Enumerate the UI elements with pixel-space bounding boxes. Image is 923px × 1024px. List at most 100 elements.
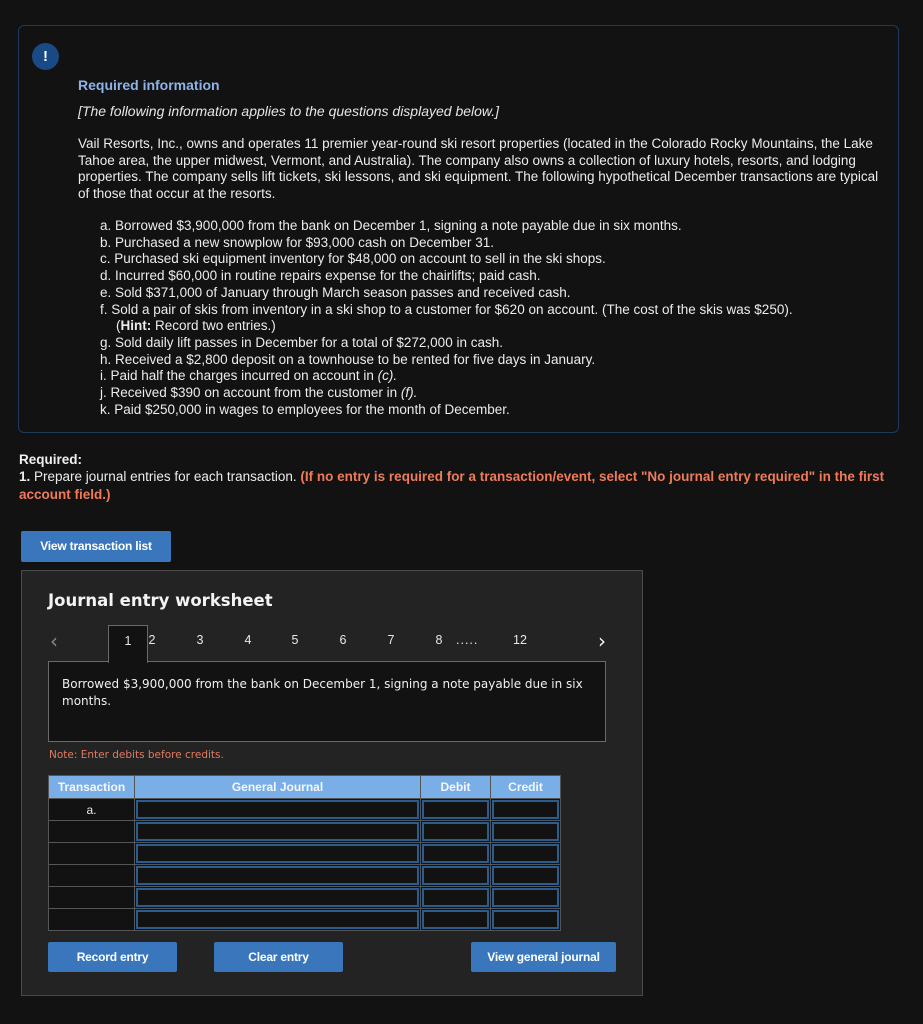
column-header-credit: Credit (490, 775, 561, 799)
transaction-reference: (c). (377, 368, 398, 384)
account-select[interactable] (136, 844, 419, 863)
tab-1[interactable]: 1 (108, 625, 148, 663)
credit-input[interactable] (492, 800, 559, 819)
credit-input[interactable] (492, 822, 559, 841)
account-cell (134, 908, 421, 931)
debit-input[interactable] (422, 888, 489, 907)
journal-entry-worksheet: Journal entry worksheet ‹ 1 2 3 4 5 6 7 … (21, 570, 643, 996)
tab-5[interactable]: 5 (275, 625, 315, 662)
transaction-item: a. Borrowed $3,900,000 from the bank on … (100, 218, 682, 233)
credit-input[interactable] (492, 910, 559, 929)
transaction-item: b. Purchased a new snowplow for $93,000 … (100, 234, 494, 250)
view-transaction-list-button[interactable]: View transaction list (21, 531, 171, 562)
account-cell (134, 798, 421, 821)
table-row (48, 908, 561, 931)
debit-input[interactable] (422, 910, 489, 929)
transaction-item: i. Paid half the charges incurred on acc… (100, 368, 890, 385)
tab-8[interactable]: 8 (419, 625, 459, 662)
info-subtitle: [The following information applies to th… (78, 103, 500, 119)
hint-text: Record two entries.) (151, 318, 276, 334)
transaction-item: g. Sold daily lift passes in December fo… (100, 334, 503, 350)
table-row (48, 820, 561, 843)
debit-credit-note: Note: Enter debits before credits. (49, 749, 224, 761)
debit-cell (420, 798, 491, 821)
transaction-cell (48, 842, 135, 865)
account-select[interactable] (136, 822, 419, 841)
account-select[interactable] (136, 888, 419, 907)
transaction-text: i. Paid half the charges incurred on acc… (100, 368, 378, 384)
clear-entry-button[interactable]: Clear entry (214, 942, 343, 972)
account-select[interactable] (136, 910, 419, 929)
tab-12[interactable]: 12 (500, 625, 540, 662)
debit-input[interactable] (422, 800, 489, 819)
credit-input[interactable] (492, 866, 559, 885)
table-row (48, 886, 561, 909)
credit-cell (490, 864, 561, 887)
transaction-hint: (Hint: Record two entries.) (100, 318, 890, 335)
transaction-text: j. Received $390 on account from the cus… (100, 385, 401, 401)
view-general-journal-button[interactable]: View general journal (471, 942, 616, 972)
record-entry-button[interactable]: Record entry (48, 942, 177, 972)
journal-table-body: a. (48, 798, 561, 931)
tab-7[interactable]: 7 (371, 625, 411, 662)
account-cell (134, 886, 421, 909)
debit-input[interactable] (422, 844, 489, 863)
transaction-item: e. Sold $371,000 of January through Marc… (100, 284, 571, 300)
transaction-cell (48, 820, 135, 843)
transaction-description: Borrowed $3,900,000 from the bank on Dec… (48, 661, 606, 742)
credit-cell (490, 798, 561, 821)
account-select[interactable] (136, 866, 419, 885)
tab-4[interactable]: 4 (228, 625, 268, 662)
alert-icon: ! (32, 43, 59, 70)
debit-input[interactable] (422, 866, 489, 885)
chevron-right-icon[interactable]: › (598, 631, 606, 651)
transaction-item: k. Paid $250,000 in wages to employees f… (100, 401, 510, 417)
debit-cell (420, 842, 491, 865)
transaction-item: h. Received a $2,800 deposit on a townho… (100, 351, 596, 367)
credit-cell (490, 886, 561, 909)
transaction-cell: a. (48, 798, 135, 821)
hint-label: Hint: (120, 318, 152, 334)
transaction-cell (48, 886, 135, 909)
table-row: a. (48, 798, 561, 821)
column-header-general-journal: General Journal (134, 775, 421, 799)
required-number: 1. (19, 469, 31, 484)
info-title: Required information (78, 77, 220, 93)
credit-cell (490, 908, 561, 931)
tab-ellipsis: ..... (456, 633, 479, 647)
required-label: Required: (19, 452, 83, 467)
credit-input[interactable] (492, 888, 559, 907)
transaction-cell (48, 864, 135, 887)
debit-input[interactable] (422, 822, 489, 841)
required-text: Prepare journal entries for each transac… (30, 469, 301, 484)
debit-cell (420, 908, 491, 931)
credit-input[interactable] (492, 844, 559, 863)
table-row (48, 842, 561, 865)
table-row (48, 864, 561, 887)
debit-cell (420, 864, 491, 887)
transaction-item: d. Incurred $60,000 in routine repairs e… (100, 268, 541, 284)
transaction-list: a. Borrowed $3,900,000 from the bank on … (100, 218, 890, 418)
journal-table: Transaction General Journal Debit Credit… (48, 775, 561, 931)
transaction-item: c. Purchased ski equipment inventory for… (100, 251, 606, 267)
column-header-debit: Debit (420, 775, 491, 799)
info-paragraph: Vail Resorts, Inc., owns and operates 11… (78, 136, 879, 201)
transaction-cell (48, 908, 135, 931)
required-instructions: 1. Prepare journal entries for each tran… (19, 468, 899, 503)
account-cell (134, 864, 421, 887)
worksheet-title: Journal entry worksheet (48, 591, 273, 610)
debit-cell (420, 886, 491, 909)
credit-cell (490, 820, 561, 843)
credit-cell (490, 842, 561, 865)
transaction-item: j. Received $390 on account from the cus… (100, 385, 890, 402)
account-cell (134, 842, 421, 865)
required-information-panel: ! Required information [The following in… (18, 25, 899, 433)
tab-6[interactable]: 6 (323, 625, 363, 662)
account-cell (134, 820, 421, 843)
account-select[interactable] (136, 800, 419, 819)
tab-3[interactable]: 3 (180, 625, 220, 662)
chevron-left-icon[interactable]: ‹ (50, 631, 58, 651)
transaction-reference: (f). (400, 385, 418, 401)
worksheet-tabs: ‹ 1 2 3 4 5 6 7 8 ..... 12 › (22, 623, 644, 663)
transaction-item: f. Sold a pair of skis from inventory in… (100, 302, 890, 319)
